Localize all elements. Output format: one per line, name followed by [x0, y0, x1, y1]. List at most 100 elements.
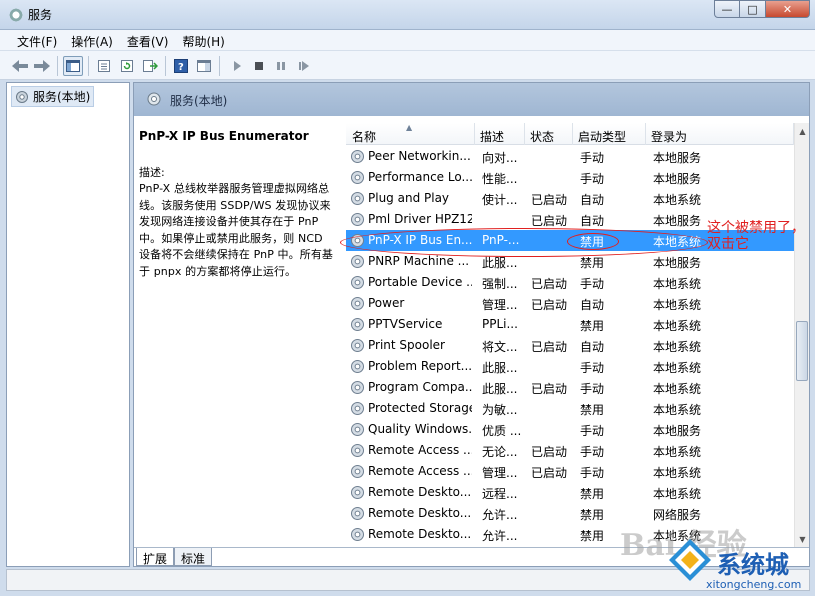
restart-icon[interactable]	[294, 56, 314, 76]
toolbar: ?	[0, 51, 815, 80]
menu-bar: 文件(F) 操作(A) 查看(V) 帮助(H)	[0, 30, 815, 51]
table-row[interactable]: PPTVService PPLi... 禁用 本地系统	[346, 314, 794, 335]
service-logon-as: 本地系统	[653, 277, 702, 291]
service-description: 允许...	[482, 529, 518, 543]
table-row[interactable]: Power 管理... 已启动 自动 本地系统	[346, 293, 794, 314]
service-startup-type: 手动	[580, 277, 605, 291]
table-row[interactable]: Remote Access ... 无论... 已启动 手动 本地系统	[346, 440, 794, 461]
service-description: 将文...	[482, 340, 518, 354]
table-row[interactable]: Remote Access ... 管理... 已启动 手动 本地系统	[346, 461, 794, 482]
properties-icon[interactable]	[94, 56, 114, 76]
console-tree: 服务(本地)	[6, 82, 130, 567]
service-logon-as: 本地系统	[653, 466, 702, 480]
service-name: Plug and Play	[368, 191, 450, 205]
export-list-icon[interactable]	[140, 56, 160, 76]
console-tree-icon[interactable]	[63, 56, 83, 76]
service-name: Remote Access ...	[368, 443, 472, 457]
scroll-up-arrow-icon[interactable]: ▲	[795, 123, 810, 139]
service-startup-type: 手动	[580, 424, 605, 438]
service-logon-as: 本地服务	[653, 424, 702, 438]
service-description: 此服...	[482, 361, 518, 375]
window-controls: — □ ✕	[714, 0, 810, 19]
pane-header: 服务(本地)	[134, 83, 809, 116]
refresh-icon[interactable]	[117, 56, 137, 76]
description-label: 描述:	[139, 166, 165, 179]
service-name: Peer Networkin...	[368, 149, 471, 163]
pane-header-title: 服务(本地)	[170, 94, 228, 108]
service-description: PPLi...	[482, 317, 518, 331]
service-description: 使计...	[482, 193, 518, 207]
table-row[interactable]: Program Compa... 此服... 已启动 手动 本地系统	[346, 377, 794, 398]
service-startup-type: 手动	[580, 151, 605, 165]
service-logon-as: 本地服务	[653, 151, 702, 165]
tab-standard[interactable]: 标准	[174, 548, 213, 566]
table-row[interactable]: Problem Report... 此服... 手动 本地系统	[346, 356, 794, 377]
table-row[interactable]: Remote Deskto... 远程... 禁用 本地系统	[346, 482, 794, 503]
service-startup-type: 禁用	[580, 487, 605, 501]
table-row[interactable]: Peer Networkin... 向对... 手动 本地服务	[346, 146, 794, 167]
table-row[interactable]: Print Spooler 将文... 已启动 自动 本地系统	[346, 335, 794, 356]
service-startup-type: 自动	[580, 298, 605, 312]
gear-icon	[16, 90, 28, 103]
scrollbar-thumb[interactable]	[796, 321, 808, 381]
toolbar-separator	[219, 56, 220, 76]
pause-icon[interactable]	[271, 56, 291, 76]
service-gear-icon	[351, 486, 364, 499]
service-logon-as: 本地系统	[653, 403, 702, 417]
service-name: Portable Device ...	[368, 275, 472, 289]
service-status: 已启动	[531, 382, 568, 396]
service-name: Remote Deskto...	[368, 485, 472, 499]
table-row[interactable]: Performance Lo... 性能... 手动 本地服务	[346, 167, 794, 188]
service-description: 优质 ...	[482, 424, 522, 438]
service-startup-type: 手动	[580, 382, 605, 396]
maximize-button[interactable]: □	[740, 0, 766, 18]
service-gear-icon	[351, 444, 364, 457]
menu-view[interactable]: 查看(V)	[120, 30, 176, 50]
column-header-status[interactable]: 状态	[525, 123, 573, 145]
tab-extended[interactable]: 扩展	[136, 548, 175, 566]
table-row[interactable]: Plug and Play 使计... 已启动 自动 本地系统	[346, 188, 794, 209]
column-header-logon-as[interactable]: 登录为	[646, 123, 794, 145]
service-description: 此服...	[482, 382, 518, 396]
stop-icon[interactable]	[249, 56, 269, 76]
service-description: 向对...	[482, 151, 518, 165]
service-logon-as: 本地系统	[653, 445, 702, 459]
vertical-scrollbar[interactable]: ▲ ▼	[794, 123, 809, 547]
menu-help[interactable]: 帮助(H)	[175, 30, 231, 50]
service-startup-type: 禁用	[580, 256, 605, 270]
table-row[interactable]: Portable Device ... 强制... 已启动 手动 本地系统	[346, 272, 794, 293]
minimize-button[interactable]: —	[714, 0, 740, 18]
close-button[interactable]: ✕	[766, 0, 810, 18]
table-row[interactable]: Protected Storage 为敏... 禁用 本地系统	[346, 398, 794, 419]
table-row[interactable]: Quality Windows... 优质 ... 手动 本地服务	[346, 419, 794, 440]
toolbar-separator	[165, 56, 166, 76]
service-startup-type: 自动	[580, 193, 605, 207]
column-header-name[interactable]: 名称	[346, 123, 475, 145]
annotation-highlight-row	[340, 228, 708, 257]
service-logon-as: 本地服务	[653, 256, 702, 270]
back-arrow-icon[interactable]	[10, 56, 30, 76]
play-icon[interactable]	[227, 56, 247, 76]
show-pane-icon[interactable]	[194, 56, 214, 76]
service-description: 管理...	[482, 298, 518, 312]
service-name: Problem Report...	[368, 359, 472, 373]
tree-item-label: 服务(本地)	[33, 90, 91, 104]
scroll-down-arrow-icon[interactable]: ▼	[795, 531, 810, 547]
service-status: 已启动	[531, 445, 568, 459]
column-header-startup-type[interactable]: 启动类型	[573, 123, 646, 145]
column-header-description[interactable]: 描述	[475, 123, 525, 145]
services-table: ▲ 名称 描述 状态 启动类型 登录为 Peer Networkin... 向对.…	[346, 123, 794, 547]
svg-text:?: ?	[178, 62, 184, 73]
help-icon[interactable]: ?	[171, 56, 191, 76]
tree-item-services-local[interactable]: 服务(本地)	[11, 86, 95, 107]
service-name: Quality Windows...	[368, 422, 472, 436]
service-logon-as: 本地系统	[653, 298, 702, 312]
menu-action[interactable]: 操作(A)	[64, 30, 120, 50]
service-status: 已启动	[531, 193, 568, 207]
annotation-highlight-startup	[567, 233, 619, 250]
toolbar-separator	[57, 56, 58, 76]
service-gear-icon	[351, 339, 364, 352]
menu-file[interactable]: 文件(F)	[10, 30, 64, 50]
service-status: 已启动	[531, 277, 568, 291]
forward-arrow-icon[interactable]	[32, 56, 52, 76]
